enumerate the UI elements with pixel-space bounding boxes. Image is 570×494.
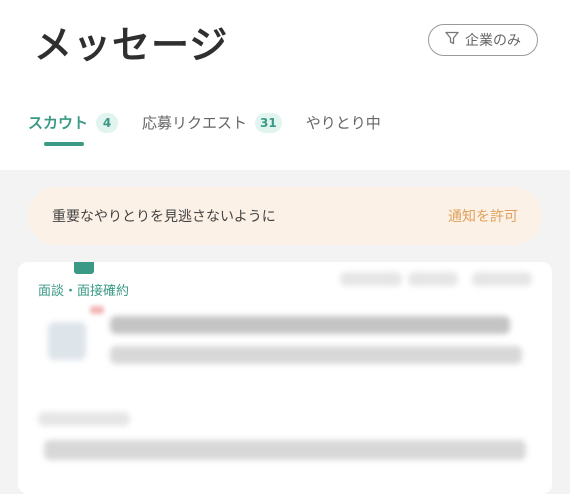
tab-count-badge: 31	[255, 112, 282, 133]
tab-scout[interactable]: スカウト 4	[28, 112, 119, 133]
tab-label: 応募リクエスト	[142, 114, 248, 132]
blurred-date	[472, 272, 532, 286]
blurred-subject-line	[110, 316, 510, 334]
tab-label: スカウト	[28, 114, 89, 132]
active-tab-indicator	[44, 142, 84, 146]
blurred-date	[340, 272, 402, 286]
tab-in-progress[interactable]: やりとり中	[306, 112, 381, 133]
interview-guaranteed-tag: 面談・面接確約	[38, 284, 130, 299]
new-badge	[90, 306, 104, 314]
bookmark-marker	[74, 262, 94, 274]
tab-count-badge: 4	[96, 112, 119, 133]
tab-bar: スカウト 4 応募リクエスト 31 やりとり中	[28, 112, 405, 133]
tab-label: やりとり中	[305, 114, 381, 132]
page-title: メッセージ	[34, 23, 229, 67]
blurred-date	[408, 272, 458, 286]
filter-label: 企業のみ	[465, 33, 521, 49]
notification-banner: 重要なやりとりを見逃さないように 通知を許可	[28, 187, 542, 245]
blurred-preview-text	[44, 440, 526, 460]
blurred-label	[38, 412, 130, 426]
allow-notification-link[interactable]: 通知を許可	[448, 206, 518, 226]
blurred-subject-line	[110, 346, 522, 364]
filter-icon	[445, 31, 459, 49]
notification-text: 重要なやりとりを見逃さないように	[52, 209, 276, 225]
company-avatar	[48, 322, 86, 360]
tab-application-request[interactable]: 応募リクエスト 31	[142, 112, 282, 133]
header: メッセージ 企業のみ スカウト 4 応募リクエスト 31 やりとり中	[0, 0, 570, 170]
company-only-filter-button[interactable]: 企業のみ	[428, 24, 538, 56]
